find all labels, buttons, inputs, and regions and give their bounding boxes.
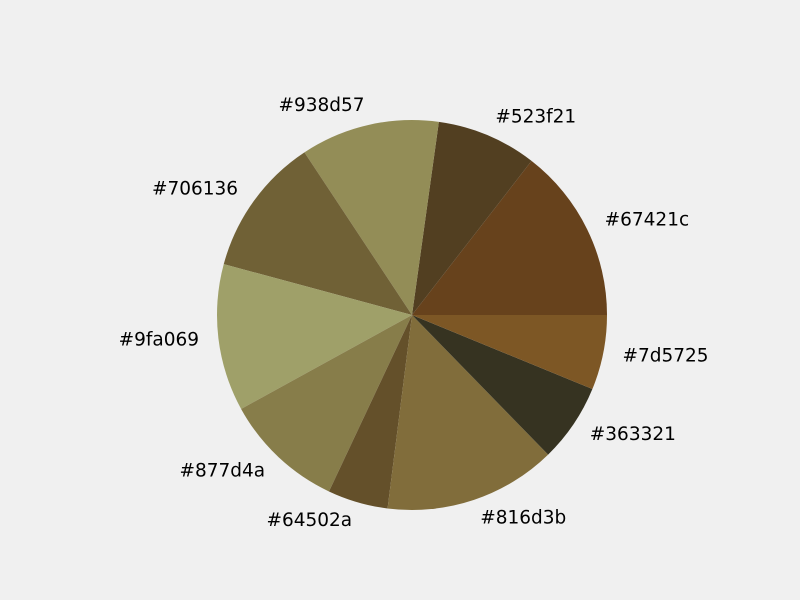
pie-label-0: #67421c xyxy=(605,210,690,231)
pie-label-1: #523f21 xyxy=(495,106,576,127)
pie-label-9: #7d5725 xyxy=(622,346,708,367)
pie-label-7: #816d3b xyxy=(480,507,566,528)
pie-label-5: #877d4a xyxy=(179,460,265,481)
pie-label-3: #706136 xyxy=(152,178,238,199)
pie-label-8: #363321 xyxy=(590,424,676,445)
pie-slices xyxy=(216,120,607,510)
pie-label-2: #938d57 xyxy=(278,95,364,116)
pie-label-6: #64502a xyxy=(266,510,352,531)
pie-chart: #67421c #523f21 #938d57 #706136 #9fa069 #877d… xyxy=(0,0,800,600)
pie-label-4: #9fa069 xyxy=(119,330,199,351)
